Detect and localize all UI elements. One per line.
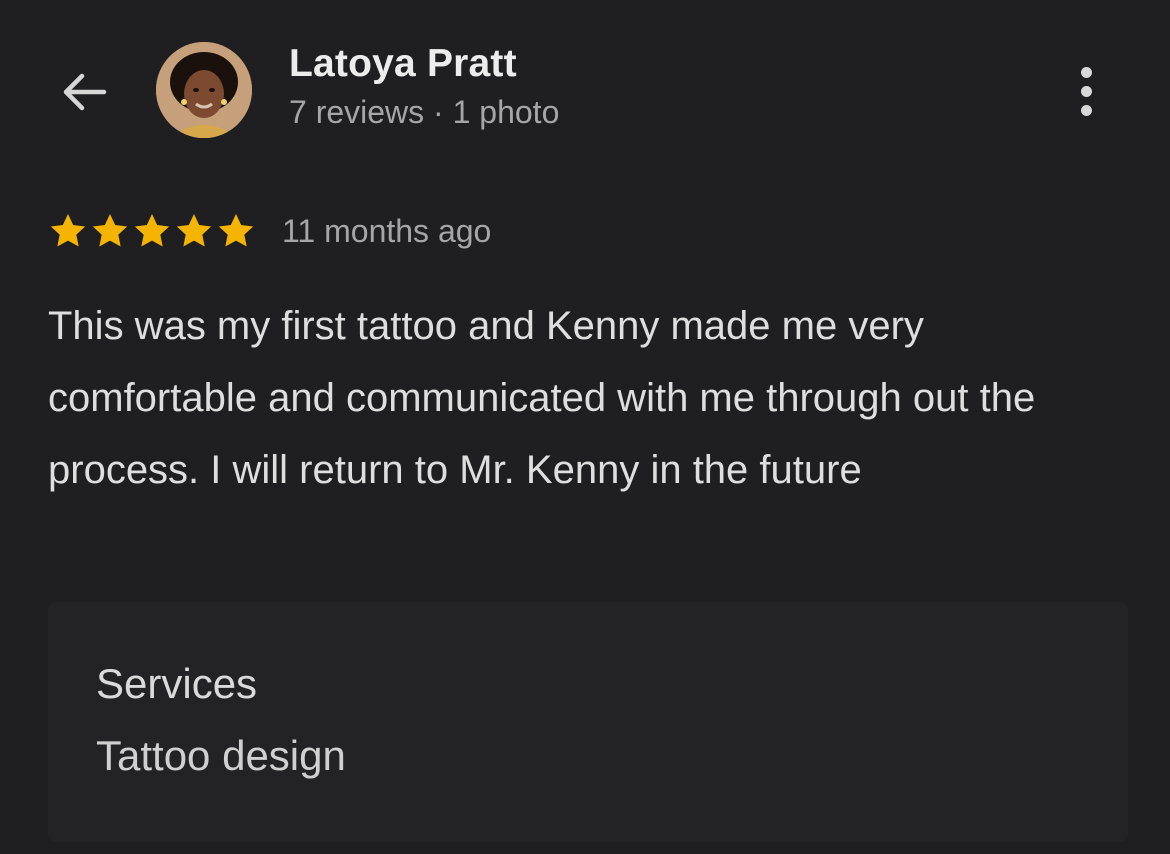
more-vertical-icon [1080,66,1092,78]
services-card: Services Tattoo design [48,602,1128,842]
star-icon [50,214,86,247]
reviewer-name[interactable]: Latoya Pratt [289,42,517,86]
star-icon [92,214,128,247]
review-time: 11 months ago [282,212,492,249]
back-button[interactable] [50,58,118,126]
star-icon [218,214,254,247]
arrow-left-icon [63,73,107,111]
star-icon [134,214,170,247]
star-icon [176,214,212,247]
review-header: Latoya Pratt 7 reviews · 1 photo [0,0,1170,180]
more-options-button[interactable] [1060,58,1112,124]
reviewer-avatar[interactable] [156,42,252,138]
star-rating [48,211,256,251]
services-value: Tattoo design [96,732,346,779]
avatar-image [156,42,252,138]
reviewer-meta: 7 reviews · 1 photo [289,94,560,130]
review-detail-page: Latoya Pratt 7 reviews · 1 photo 11 mont… [0,0,1170,854]
services-title: Services [96,660,258,707]
review-text: This was my first tattoo and Kenny made … [48,304,1036,492]
rating-row: 11 months ago [48,206,491,256]
